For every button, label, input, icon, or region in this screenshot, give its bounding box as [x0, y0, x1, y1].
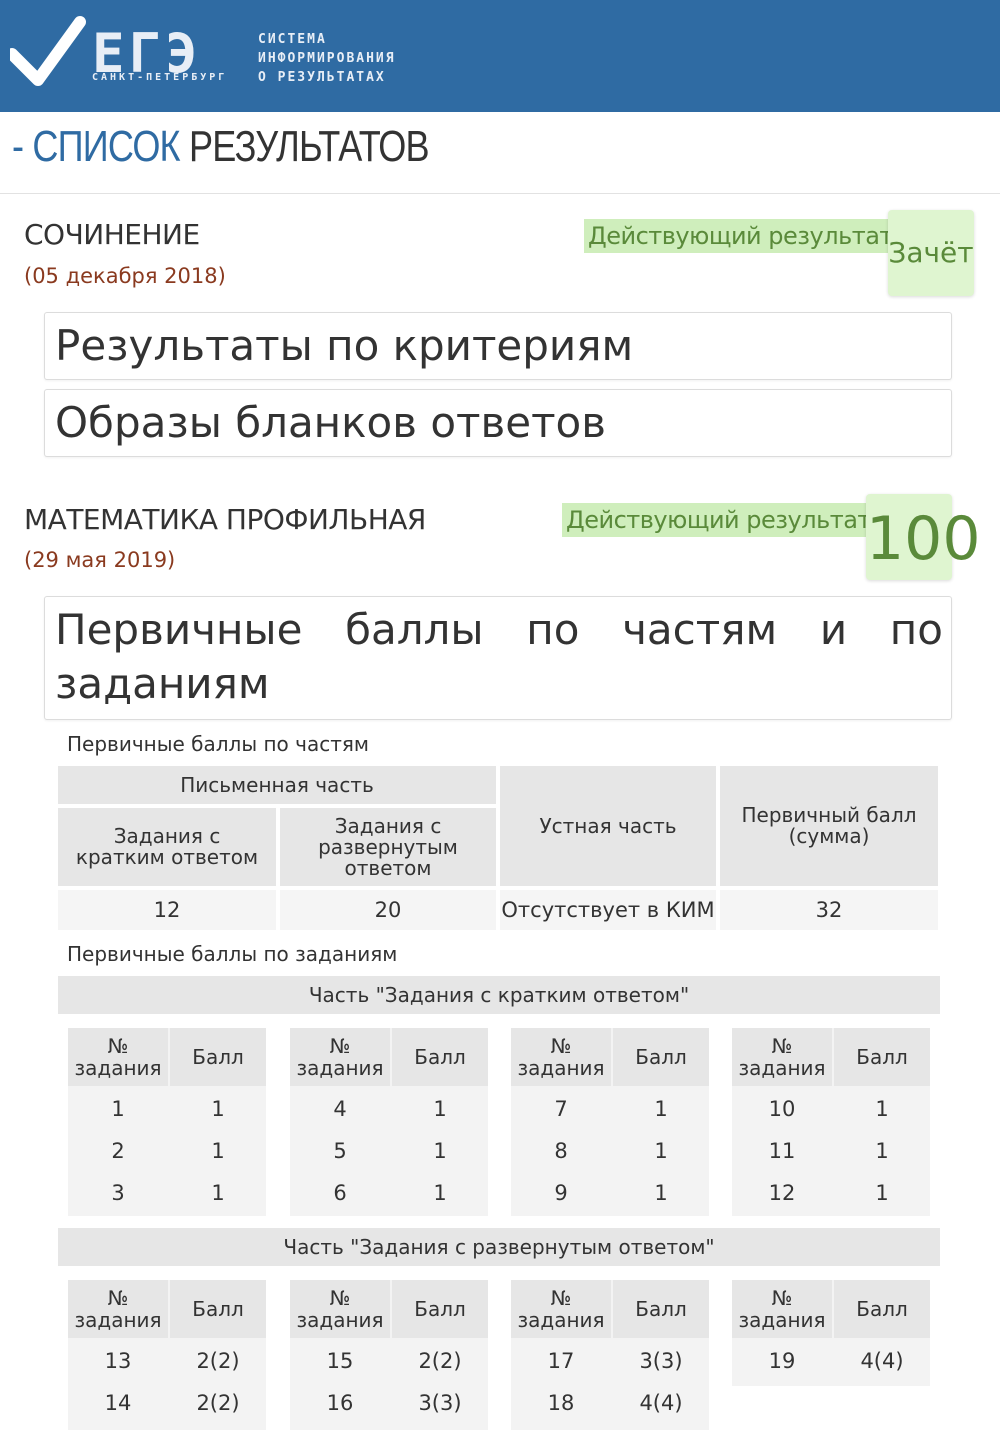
task-number: 4 [333, 1097, 347, 1121]
task-number: 9 [554, 1181, 568, 1205]
title-word: по [526, 605, 580, 654]
tagline-line: О РЕЗУЛЬТАТАХ [258, 70, 386, 85]
task-number: 1 [111, 1097, 125, 1121]
task-number: 10 [768, 1097, 796, 1121]
primary-sum-score: 32 [720, 890, 938, 930]
task-score: 1 [654, 1181, 668, 1205]
title-word: и [819, 605, 848, 654]
col-header-task-number: № задания [511, 1028, 611, 1086]
current-result-label: Действующий результат [584, 219, 897, 253]
col-header-score: Балл [834, 1028, 930, 1086]
task-number: 8 [554, 1139, 568, 1163]
site-header: ЕГЭ САНКТ-ПЕТЕРБУРГ СИСТЕМА ИНФОРМИРОВАН… [0, 0, 1000, 112]
page-title: - СПИСОК РЕЗУЛЬТАТОВ [12, 122, 430, 172]
panel-title-line-1: Первичные баллы по частям и по [55, 605, 943, 654]
task-score: 2(2) [418, 1349, 462, 1373]
criteria-results-panel[interactable]: Результаты по критериям [44, 312, 952, 380]
result-score: 100 [866, 494, 981, 580]
title-word: баллы [345, 605, 484, 654]
col-header-score: Балл [613, 1280, 709, 1338]
tasks-caption: Первичные баллы по заданиям [67, 942, 398, 966]
task-score: 1 [433, 1097, 447, 1121]
col-header-task-number: № задания [732, 1280, 832, 1338]
col-header-score: Балл [834, 1280, 930, 1338]
task-number: 3 [111, 1181, 125, 1205]
col-header-task-number: № задания [68, 1280, 168, 1338]
parts-caption: Первичные баллы по частям [67, 732, 369, 756]
task-score: 1 [875, 1139, 889, 1163]
col-header-task-number: № задания [732, 1028, 832, 1086]
current-result-label: Действующий результат [562, 503, 875, 537]
ege-logo[interactable]: ЕГЭ [10, 14, 250, 100]
task-score: 1 [211, 1139, 225, 1163]
result-value: Зачёт [888, 210, 974, 296]
long-answer-header: Задания с развернутым ответом [280, 808, 496, 886]
task-number: 15 [326, 1349, 354, 1373]
col-header-score: Балл [613, 1028, 709, 1086]
title-word-1: СПИСОК [32, 122, 180, 171]
task-score: 4(4) [860, 1349, 904, 1373]
title-word-2: РЕЗУЛЬТАТОВ [188, 122, 430, 171]
col-header-score: Балл [170, 1028, 266, 1086]
long-part-title: Часть "Задания с развернутым ответом" [58, 1228, 940, 1266]
panel-title: Результаты по критериям [55, 321, 634, 370]
short-answer-score: 12 [58, 890, 276, 930]
primary-scores-panel[interactable]: Первичные баллы по частям и по заданиям [44, 596, 952, 720]
exam-date: (05 декабря 2018) [24, 264, 226, 288]
exam-name: СОЧИНЕНИЕ [24, 218, 200, 251]
task-score: 3(3) [639, 1349, 683, 1373]
task-score: 1 [875, 1181, 889, 1205]
task-score: 1 [654, 1097, 668, 1121]
task-number: 14 [104, 1391, 132, 1415]
panel-title-line-2: заданиям [55, 659, 270, 708]
exam-date: (29 мая 2019) [24, 548, 176, 572]
task-score: 1 [211, 1097, 225, 1121]
task-score: 4(4) [639, 1391, 683, 1415]
task-number: 7 [554, 1097, 568, 1121]
task-number: 6 [333, 1181, 347, 1205]
tagline-line: ИНФОРМИРОВАНИЯ [258, 51, 396, 66]
written-part-header: Письменная часть [58, 766, 496, 804]
col-header-task-number: № задания [290, 1028, 390, 1086]
oral-part-header: Устная часть [500, 766, 716, 886]
answer-forms-panel[interactable]: Образы бланков ответов [44, 389, 952, 457]
task-number: 13 [104, 1349, 132, 1373]
task-score: 1 [654, 1139, 668, 1163]
site-tagline: СИСТЕМА ИНФОРМИРОВАНИЯ О РЕЗУЛЬТАТАХ [258, 30, 396, 87]
oral-part-score: Отсутствует в КИМ [500, 890, 716, 930]
panel-title: Образы бланков ответов [55, 398, 606, 447]
task-score: 2(2) [196, 1391, 240, 1415]
col-header-score: Балл [392, 1028, 488, 1086]
task-number: 5 [333, 1139, 347, 1163]
col-header-task-number: № задания [511, 1280, 611, 1338]
task-score: 3(3) [418, 1391, 462, 1415]
task-number: 19 [768, 1349, 796, 1373]
col-header-task-number: № задания [290, 1280, 390, 1338]
title-word: по [889, 605, 943, 654]
col-header-score: Балл [170, 1280, 266, 1338]
col-header-task-number: № задания [68, 1028, 168, 1086]
task-number: 17 [547, 1349, 575, 1373]
title-dash: - [12, 122, 24, 171]
title-word: Первичные [55, 605, 303, 654]
task-number: 2 [111, 1139, 125, 1163]
task-number: 11 [768, 1139, 796, 1163]
task-score: 1 [433, 1181, 447, 1205]
long-answer-score: 20 [280, 890, 496, 930]
exam-name: МАТЕМАТИКА ПРОФИЛЬНАЯ [24, 503, 426, 536]
task-number: 18 [547, 1391, 575, 1415]
col-header-score: Балл [392, 1280, 488, 1338]
task-number: 12 [768, 1181, 796, 1205]
primary-sum-header: Первичный балл (сумма) [720, 766, 938, 886]
task-score: 1 [211, 1181, 225, 1205]
title-word: частям [622, 605, 778, 654]
task-score: 1 [875, 1097, 889, 1121]
task-number: 16 [326, 1391, 354, 1415]
tagline-line: СИСТЕМА [258, 32, 327, 47]
short-part-title: Часть "Задания с кратким ответом" [58, 976, 940, 1014]
task-score: 2(2) [196, 1349, 240, 1373]
logo-city: САНКТ-ПЕТЕРБУРГ [92, 72, 228, 83]
short-answer-header: Задания с кратким ответом [58, 808, 276, 886]
task-score: 1 [433, 1139, 447, 1163]
